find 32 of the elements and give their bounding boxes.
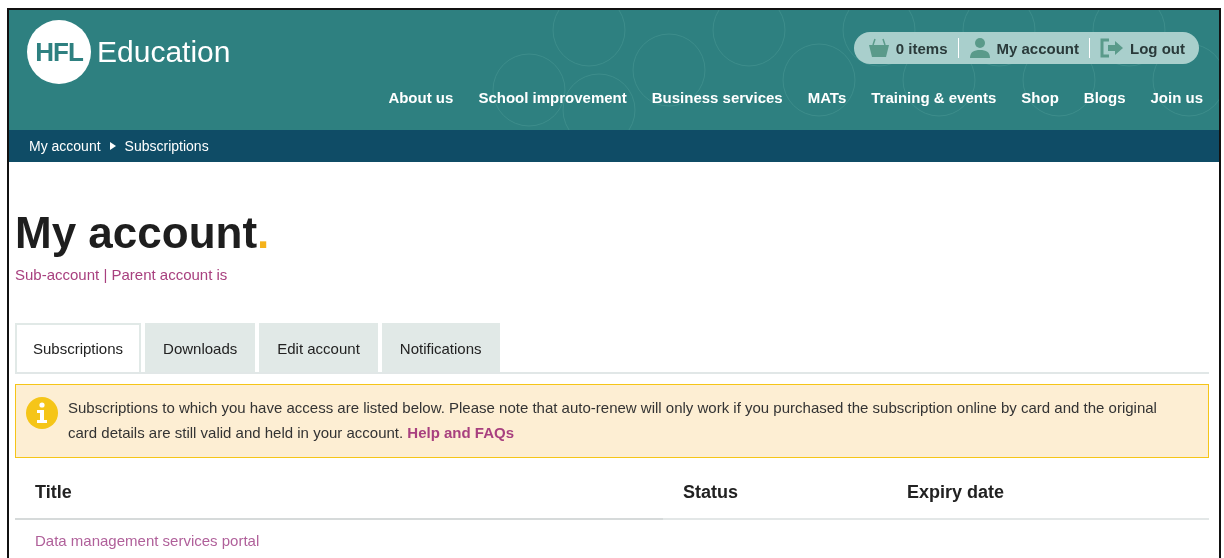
account-type-text: Sub-account | Parent account is (15, 266, 229, 283)
tab[interactable]: Notifications (381, 323, 500, 372)
column-header: Title (15, 482, 663, 520)
tab[interactable]: Subscriptions (15, 323, 142, 372)
column-header: Expiry date (887, 482, 1209, 520)
account-bar-link[interactable]: 0 items (867, 38, 958, 58)
account-bar-link[interactable]: My account (957, 38, 1089, 58)
logo-name[interactable]: Education (97, 35, 231, 69)
breadcrumb-separator-icon (109, 142, 116, 150)
nav-link[interactable]: Training & events (871, 89, 997, 106)
account-bar-link[interactable]: Log out (1089, 38, 1185, 58)
basket-icon (867, 38, 890, 58)
help-link[interactable]: Help and FAQs (407, 424, 515, 441)
nav-link[interactable]: Blogs (1083, 89, 1126, 106)
person-icon (968, 38, 991, 58)
tab[interactable]: Downloads (145, 323, 256, 372)
breadcrumb-link[interactable]: My account (29, 138, 101, 154)
nav-link[interactable]: About us (388, 89, 454, 106)
nav-link[interactable]: MATs (807, 89, 847, 106)
tab[interactable]: Edit account (259, 323, 378, 372)
nav-link[interactable]: Shop (1021, 89, 1059, 106)
notice-text: Subscriptions to which you have access are listed below. Please note that auto-renew will only work if you purchased the subscription online by card and the original card details are still valid and held in your account. Help and FAQs (68, 398, 1158, 443)
breadcrumb-link[interactable]: Subscriptions (124, 138, 209, 154)
logout-icon (1100, 38, 1124, 58)
column-header: Status (663, 482, 887, 520)
info-icon (26, 397, 58, 429)
logo-mark[interactable]: HFL (27, 20, 91, 84)
page-title: My account. (15, 208, 271, 258)
nav-link[interactable]: Join us (1150, 89, 1203, 106)
nav-link[interactable]: Business services (651, 89, 783, 106)
nav-link[interactable]: School improvement (478, 89, 627, 106)
subscription-link[interactable]: Data management services portal (35, 532, 260, 549)
